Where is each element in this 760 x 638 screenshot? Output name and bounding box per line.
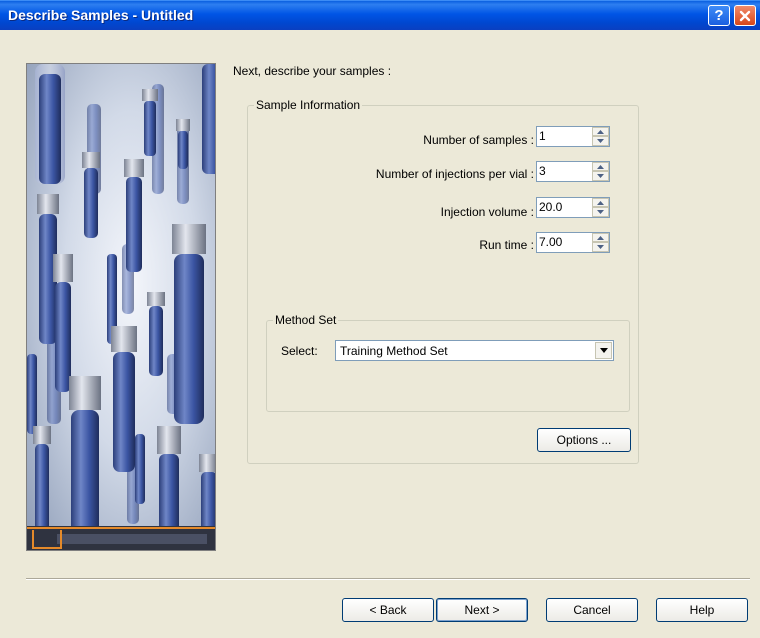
spin-up-button[interactable]: [592, 198, 609, 207]
spin-buttons: [592, 198, 609, 217]
injection-volume-spinner[interactable]: 20.0: [536, 197, 610, 218]
triangle-up-icon: [597, 129, 604, 134]
spin-down-button[interactable]: [592, 136, 609, 146]
title-bar[interactable]: Describe Samples - Untitled ?: [0, 0, 760, 30]
intro-text: Next, describe your samples :: [233, 64, 392, 78]
close-icon: [739, 10, 751, 21]
triangle-down-icon: [597, 245, 604, 249]
injections-per-vial-label: Number of injections per vial :: [375, 167, 534, 181]
spin-buttons: [592, 162, 609, 181]
window-title: Describe Samples - Untitled: [8, 7, 194, 23]
next-button[interactable]: Next >: [436, 598, 528, 622]
method-set-legend: Method Set: [275, 313, 337, 327]
triangle-up-icon: [597, 200, 604, 205]
dropdown-button[interactable]: [595, 342, 612, 359]
injections-per-vial-spinner[interactable]: 3: [536, 161, 610, 182]
select-label: Select:: [281, 344, 318, 358]
spin-down-button[interactable]: [592, 171, 609, 181]
spin-down-button[interactable]: [592, 242, 609, 252]
describe-samples-dialog: Describe Samples - Untitled ? Next, desc…: [0, 0, 760, 638]
spin-up-button[interactable]: [592, 233, 609, 242]
sample-information-legend: Sample Information: [256, 98, 361, 112]
chevron-down-icon: [599, 348, 608, 353]
help-button[interactable]: Help: [656, 598, 748, 622]
injection-volume-value[interactable]: 20.0: [539, 200, 562, 214]
triangle-up-icon: [597, 235, 604, 240]
triangle-up-icon: [597, 164, 604, 169]
number-of-samples-value[interactable]: 1: [539, 129, 546, 143]
cancel-button[interactable]: Cancel: [546, 598, 638, 622]
method-set-select[interactable]: Training Method Set: [335, 340, 614, 361]
triangle-down-icon: [597, 139, 604, 143]
triangle-down-icon: [597, 174, 604, 178]
options-button[interactable]: Options ...: [537, 428, 631, 452]
injections-per-vial-value[interactable]: 3: [539, 164, 546, 178]
run-time-label: Run time :: [479, 238, 534, 252]
question-mark-icon: ?: [714, 7, 724, 24]
run-time-spinner[interactable]: 7.00: [536, 232, 610, 253]
injection-volume-label: Injection volume :: [440, 205, 534, 219]
spin-up-button[interactable]: [592, 162, 609, 171]
sample-vials-illustration: [26, 63, 216, 551]
number-of-samples-label: Number of samples :: [423, 133, 534, 147]
help-title-button[interactable]: ?: [708, 5, 730, 26]
spin-buttons: [592, 233, 609, 252]
close-button[interactable]: [734, 5, 756, 26]
number-of-samples-spinner[interactable]: 1: [536, 126, 610, 147]
triangle-down-icon: [597, 210, 604, 214]
method-set-selected-value: Training Method Set: [340, 344, 448, 358]
spin-down-button[interactable]: [592, 207, 609, 217]
run-time-value[interactable]: 7.00: [539, 235, 562, 249]
method-set-group: Method Set: [266, 313, 630, 412]
spin-up-button[interactable]: [592, 127, 609, 136]
back-button[interactable]: < Back: [342, 598, 434, 622]
footer-separator: [26, 578, 750, 580]
spin-buttons: [592, 127, 609, 146]
